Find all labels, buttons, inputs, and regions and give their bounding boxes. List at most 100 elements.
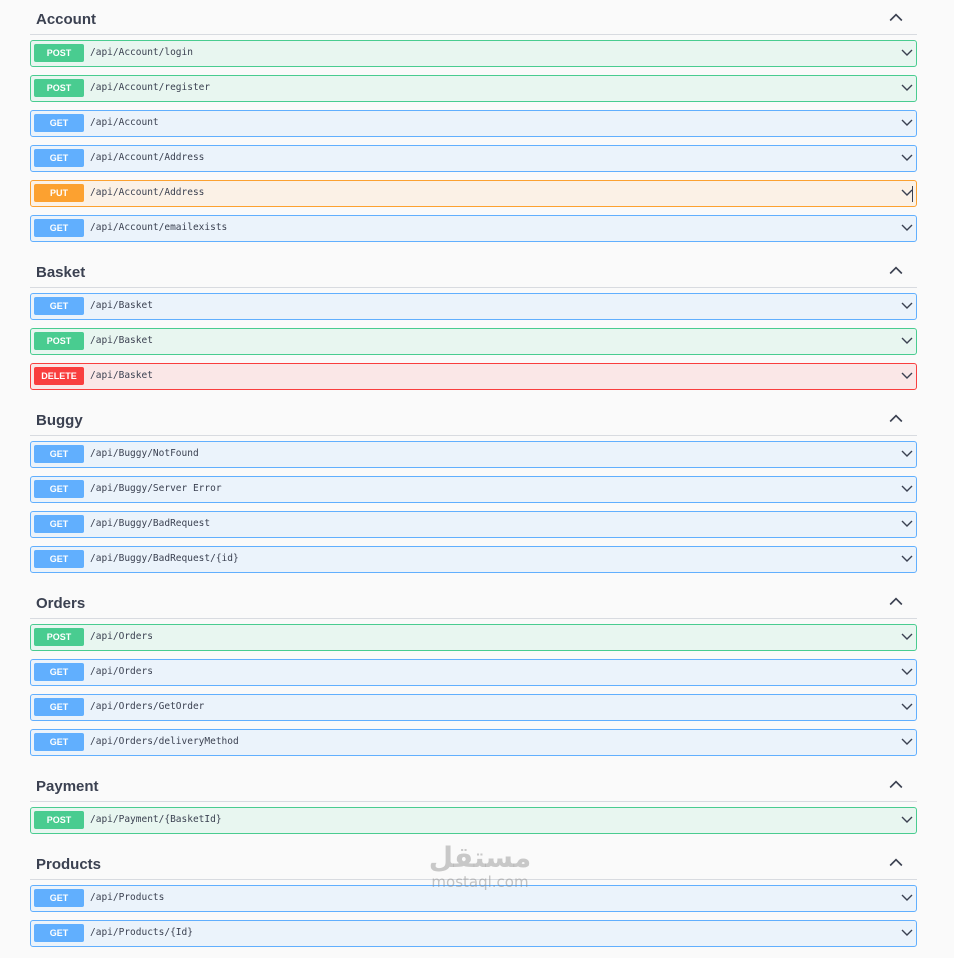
chevron-down-icon[interactable] [901,153,913,163]
tag-title: Buggy [36,412,83,429]
chevron-down-icon[interactable] [901,632,913,642]
tag-header[interactable]: Buggy [30,401,917,436]
chevron-down-icon[interactable] [901,336,913,346]
swagger-operations-list: Account POST/api/Account/login POST/api/Ac… [0,0,954,958]
method-badge: GET [34,733,84,751]
chevron-down-icon[interactable] [901,484,913,494]
tag-header[interactable]: Products [30,845,917,880]
operation-path: /api/Buggy/BadRequest/{id} [90,553,239,564]
method-badge: GET [34,663,84,681]
method-badge: GET [34,149,84,167]
operation-row[interactable]: GET/api/Products/{Id} [30,920,917,947]
tag-header[interactable]: Basket [30,253,917,288]
operation-row[interactable]: GET/api/Orders/GetOrder [30,694,917,721]
chevron-down-icon[interactable] [901,893,913,903]
operation-row[interactable]: POST/api/Orders [30,624,917,651]
tag-section-products: Products GET/api/Products GET/api/Products… [0,845,954,958]
method-badge: POST [34,44,84,62]
chevron-up-icon[interactable] [889,857,903,867]
operation-row[interactable]: POST/api/Account/login [30,40,917,67]
method-badge: POST [34,628,84,646]
operation-row[interactable]: GET/api/Buggy/NotFound [30,441,917,468]
operation-path: /api/Basket [90,335,153,346]
tag-section-orders: Orders POST/api/Orders GET/api/Orders GET/a… [0,584,954,767]
operation-row[interactable]: GET/api/Account/emailexists [30,215,917,242]
method-badge: POST [34,332,84,350]
method-badge: GET [34,550,84,568]
text-cursor [912,186,913,202]
operation-row[interactable]: POST/api/Payment/{BasketId} [30,807,917,834]
method-badge: GET [34,445,84,463]
chevron-up-icon[interactable] [889,12,903,22]
tag-header[interactable]: Account [30,0,917,35]
tag-title: Basket [36,264,86,281]
operation-row[interactable]: GET/api/Account/Address [30,145,917,172]
method-badge: GET [34,924,84,942]
operation-path: /api/Account/Address [90,187,205,198]
method-badge: GET [34,698,84,716]
operation-path: /api/Account [90,117,159,128]
operation-path: /api/Payment/{BasketId} [90,814,222,825]
operation-path: /api/Account/emailexists [90,222,228,233]
operation-row[interactable]: GET/api/Account [30,110,917,137]
operation-row[interactable]: POST/api/Account/register [30,75,917,102]
operation-path: /api/Buggy/Server Error [90,483,222,494]
method-badge: GET [34,297,84,315]
chevron-up-icon[interactable] [889,265,903,275]
method-badge: GET [34,889,84,907]
method-badge: GET [34,515,84,533]
operation-row[interactable]: GET/api/Buggy/Server Error [30,476,917,503]
tag-title: Account [36,11,96,28]
chevron-down-icon[interactable] [901,928,913,938]
operation-row[interactable]: PUT/api/Account/Address [30,180,917,207]
operation-row[interactable]: GET/api/Basket [30,293,917,320]
chevron-down-icon[interactable] [901,449,913,459]
chevron-down-icon[interactable] [901,815,913,825]
tag-header[interactable]: Payment [30,767,917,802]
operation-path: /api/Products/{Id} [90,927,193,938]
method-badge: POST [34,79,84,97]
chevron-down-icon[interactable] [901,519,913,529]
operation-path: /api/Orders [90,631,153,642]
tag-title: Payment [36,778,99,795]
chevron-down-icon[interactable] [901,83,913,93]
operation-row[interactable]: GET/api/Buggy/BadRequest/{id} [30,546,917,573]
chevron-up-icon[interactable] [889,596,903,606]
chevron-down-icon[interactable] [901,702,913,712]
tag-section-buggy: Buggy GET/api/Buggy/NotFound GET/api/Buggy… [0,401,954,584]
operation-path: /api/Products [90,892,165,903]
chevron-up-icon[interactable] [889,413,903,423]
operation-row[interactable]: GET/api/Buggy/BadRequest [30,511,917,538]
operation-path: /api/Orders/deliveryMethod [90,736,239,747]
chevron-down-icon[interactable] [901,667,913,677]
operation-row[interactable]: POST/api/Basket [30,328,917,355]
tag-section-payment: Payment POST/api/Payment/{BasketId} [0,767,954,845]
operation-row[interactable]: GET/api/Orders/deliveryMethod [30,729,917,756]
method-badge: GET [34,219,84,237]
chevron-down-icon[interactable] [901,118,913,128]
method-badge: GET [34,480,84,498]
method-badge: DELETE [34,367,84,385]
tag-header[interactable]: Orders [30,584,917,619]
operation-path: /api/Account/Address [90,152,205,163]
chevron-down-icon[interactable] [901,223,913,233]
method-badge: GET [34,114,84,132]
chevron-down-icon[interactable] [901,301,913,311]
operation-path: /api/Buggy/BadRequest [90,518,211,529]
chevron-up-icon[interactable] [889,779,903,789]
operation-path: /api/Basket [90,300,153,311]
operation-path: /api/Buggy/NotFound [90,448,199,459]
tag-section-account: Account POST/api/Account/login POST/api/Ac… [0,0,954,253]
chevron-down-icon[interactable] [901,371,913,381]
operation-row[interactable]: GET/api/Orders [30,659,917,686]
chevron-down-icon[interactable] [901,737,913,747]
operation-path: /api/Orders [90,666,153,677]
tag-title: Products [36,856,102,873]
operation-row[interactable]: DELETE/api/Basket [30,363,917,390]
chevron-down-icon[interactable] [901,48,913,58]
operation-row[interactable]: GET/api/Products [30,885,917,912]
tag-section-basket: Basket GET/api/Basket POST/api/Basket DELET… [0,253,954,401]
operation-path: /api/Basket [90,370,153,381]
operation-path: /api/Orders/GetOrder [90,701,205,712]
chevron-down-icon[interactable] [901,554,913,564]
